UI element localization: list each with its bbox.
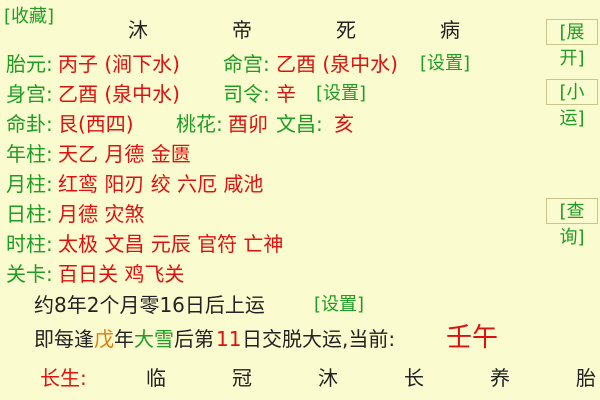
dayun-prefix: 即每逢 [34, 327, 94, 351]
taiyuan-set-link[interactable]: [设置] [420, 55, 470, 73]
row-yuezhu: 月柱: 红鸾 阳刃 绞 六厄 咸池 [0, 170, 600, 200]
shizhu-value: 太极 文昌 元辰 官符 亡神 [58, 232, 284, 256]
siling-value: 辛 [276, 82, 296, 106]
dayun-mid2: 后第 [174, 327, 214, 351]
stage-1: 沐 [128, 18, 148, 42]
start-yun-text: 约8年2个月零16日后上运 [34, 293, 265, 317]
shengong-label: 身宫: [6, 82, 53, 106]
favorite-link[interactable]: [收藏] [4, 8, 54, 26]
dayun-gan: 戊 [94, 327, 114, 351]
shizhu-label: 时柱: [6, 232, 53, 256]
rizhu-value: 月德 灾煞 [58, 202, 145, 226]
taiyuan-value: 丙子 (涧下水) [58, 52, 180, 76]
yuezhu-label: 月柱: [6, 172, 53, 196]
rizhu-label: 日柱: [6, 202, 53, 226]
shengong-set-link[interactable]: [设置] [316, 85, 366, 103]
cs-stage-3: 沐 [318, 366, 338, 390]
row-guanka: 关卡: 百日关 鸡飞关 [0, 260, 600, 290]
row-taiyuan: 胎元: 丙子 (涧下水) 命宫: 乙酉 (泉中水) [设置] [0, 50, 600, 80]
row-minggua: 命卦: 艮(西四) 桃花: 酉卯 文昌: 亥 [0, 110, 600, 140]
changsheng-label: 长生: [40, 366, 87, 390]
guanka-value: 百日关 鸡飞关 [58, 262, 185, 286]
dayun-suffix: 日交脱大运,当前: [242, 327, 396, 351]
xiaoyun-button[interactable]: [小运] [546, 79, 598, 129]
row-dayun: 即每逢 戊 年 大雪 后第 11 日交脱大运,当前: 壬午 [0, 322, 600, 356]
shengong-value: 乙酉 (泉中水) [58, 82, 180, 106]
expand-button[interactable]: [展开] [546, 19, 598, 69]
cs-stage-2: 冠 [232, 366, 252, 390]
row-start-yun: 约8年2个月零16日后上运 [设置] [0, 291, 600, 321]
minggua-label: 命卦: [6, 112, 53, 136]
row-changsheng: 长生: 临 冠 沐 长 养 胎 [0, 364, 600, 394]
minggua-value: 艮(西四) [58, 112, 134, 136]
row-shengong: 身宫: 乙酉 (泉中水) 司令: 辛 [设置] [0, 80, 600, 110]
nianzhu-value: 天乙 月德 金匮 [58, 142, 191, 166]
dayun-day: 11 [216, 327, 242, 351]
row-shizhu: 时柱: 太极 文昌 元辰 官符 亡神 [0, 230, 600, 260]
chaxun-button[interactable]: [查询] [546, 198, 598, 248]
row-rizhu: 日柱: 月德 灾煞 [0, 200, 600, 230]
wenchang-label: 文昌: [276, 112, 323, 136]
cs-stage-1: 临 [146, 366, 166, 390]
dayun-term: 大雪 [134, 327, 174, 351]
wenchang-value: 亥 [334, 112, 354, 136]
stage-3: 死 [336, 18, 356, 42]
nianzhu-label: 年柱: [6, 142, 53, 166]
yun-set-link[interactable]: [设置] [314, 296, 364, 314]
row-nianzhu: 年柱: 天乙 月德 金匮 [0, 140, 600, 170]
minggong-label: 命宫: [223, 52, 270, 76]
cs-stage-5: 养 [490, 366, 510, 390]
stage-2: 帝 [232, 18, 252, 42]
taohua-label: 桃花: [176, 112, 223, 136]
top-row: [收藏] 沐 帝 死 病 [0, 4, 600, 41]
guanka-label: 关卡: [6, 262, 53, 286]
siling-label: 司令: [223, 82, 270, 106]
taiyuan-label: 胎元: [6, 52, 53, 76]
dayun-mid1: 年 [114, 327, 134, 351]
current-dayun: 壬午 [446, 323, 499, 353]
cs-stage-6: 胎 [576, 366, 596, 390]
yuezhu-value: 红鸾 阳刃 绞 六厄 咸池 [58, 172, 264, 196]
stage-4: 病 [440, 18, 460, 42]
cs-stage-4: 长 [404, 366, 424, 390]
minggong-value: 乙酉 (泉中水) [276, 52, 398, 76]
taohua-value: 酉卯 [228, 112, 268, 136]
